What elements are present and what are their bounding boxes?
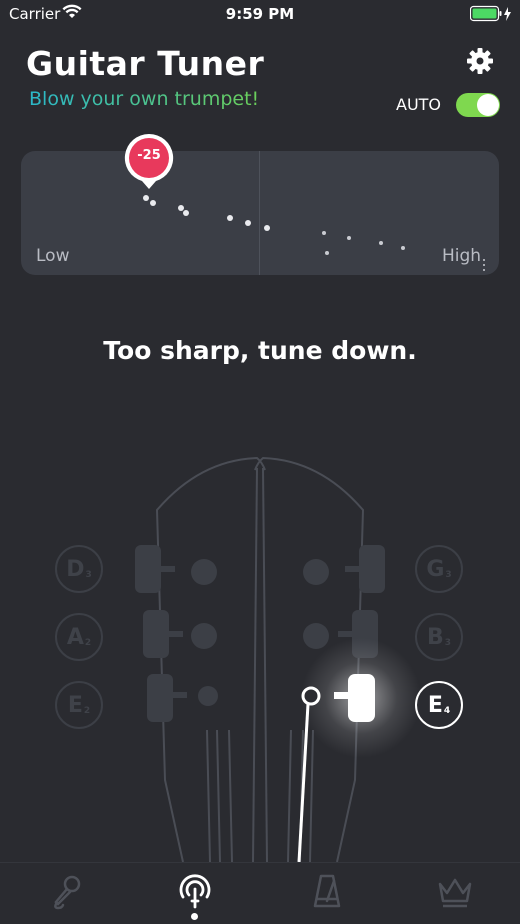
pitch-dot	[264, 225, 270, 231]
auto-toggle[interactable]	[456, 93, 500, 117]
pitch-high-label: High	[442, 246, 482, 266]
metronome-icon[interactable]	[307, 871, 347, 911]
string-button-g3[interactable]: G3	[415, 545, 463, 593]
pitch-dot	[347, 236, 351, 240]
string-button-e2[interactable]: E2	[55, 681, 103, 729]
string-octave: 3	[444, 638, 452, 648]
auto-toggle-knob	[477, 94, 499, 116]
pitch-dot	[322, 231, 326, 235]
string-button-d3[interactable]: D3	[55, 545, 103, 593]
app-subtitle: Blow your own trumpet!	[29, 88, 260, 110]
string-note: B	[426, 624, 444, 650]
pitch-dot	[227, 215, 233, 221]
pitch-dot	[183, 210, 189, 216]
string-note: A	[66, 624, 84, 650]
string-button-b3[interactable]: B3	[415, 613, 463, 661]
pitch-dot	[150, 200, 156, 206]
battery-icon	[470, 5, 511, 22]
clock: 9:59 PM	[225, 5, 295, 23]
crown-icon[interactable]	[435, 871, 475, 911]
string-note: E	[67, 692, 83, 718]
pitch-dot	[483, 259, 485, 261]
pitch-dot	[483, 269, 485, 271]
pitch-dot	[401, 246, 405, 250]
pitch-dot	[325, 251, 329, 255]
string-button-e4[interactable]: E4	[415, 681, 463, 729]
string-octave: 2	[83, 706, 91, 716]
string-note: G	[426, 556, 445, 582]
tuning-fork-icon[interactable]	[175, 871, 215, 911]
string-octave: 3	[85, 570, 92, 580]
gear-icon[interactable]	[465, 46, 495, 76]
pitch-low-label: Low	[36, 246, 70, 266]
pitch-dot	[483, 264, 485, 266]
app-title: Guitar Tuner	[26, 44, 265, 83]
tab-bar	[0, 862, 520, 924]
active-tab-indicator	[191, 913, 198, 920]
pitch-dot	[143, 195, 149, 201]
string-note: E	[427, 692, 443, 718]
string-note: D	[66, 556, 85, 582]
tuning-message: Too sharp, tune down.	[103, 336, 417, 365]
pitch-dot	[245, 220, 251, 226]
pitch-history-panel: Low High	[21, 151, 499, 275]
auto-label: AUTO	[396, 95, 442, 114]
microphone-icon[interactable]	[48, 871, 88, 911]
pitch-dot	[379, 241, 383, 245]
string-octave: 4	[443, 706, 451, 716]
status-bar: Carrier 9:59 PM	[0, 0, 520, 28]
string-octave: 3	[445, 570, 452, 580]
string-button-a2[interactable]: A2	[55, 613, 103, 661]
string-octave: 2	[84, 638, 92, 648]
pitch-center-line	[259, 151, 260, 275]
cents-value: -25	[137, 148, 161, 163]
